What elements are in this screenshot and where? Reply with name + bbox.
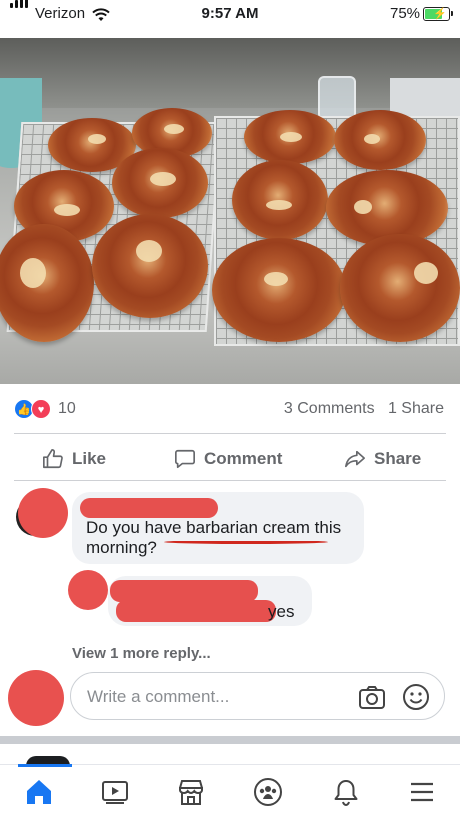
pastry (92, 214, 208, 318)
battery-percent: 75% (390, 5, 421, 22)
comment-label: Comment (204, 449, 283, 468)
post-actions: Like Comment Share (0, 446, 460, 476)
watch-icon (102, 781, 128, 804)
bottom-tab-bar (0, 764, 460, 818)
pastry (340, 234, 460, 342)
menu-icon (411, 782, 433, 802)
pastry (232, 160, 328, 240)
my-avatar-redacted (8, 670, 64, 726)
comment-text: Do you have barbarian cream this morning… (86, 518, 342, 557)
comment-bubble[interactable]: Do you have barbarian cream this morning… (72, 492, 364, 564)
pastry (212, 238, 346, 342)
pastry (112, 148, 208, 218)
feed-separator (0, 736, 460, 744)
share-button[interactable]: Share (344, 448, 421, 470)
home-icon (27, 780, 51, 804)
pastry (334, 110, 426, 170)
reply-text-redacted (116, 600, 276, 622)
battery-charging-icon: ⚡ (423, 7, 453, 21)
glass-jar (318, 76, 356, 120)
shares-count-link[interactable]: 1 Share (388, 400, 444, 417)
post-photo[interactable] (0, 38, 460, 384)
reaction-summary[interactable]: 👍 ♥ 10 3 Comments 1 Share (0, 396, 460, 422)
write-comment-input[interactable]: Write a comment... (70, 672, 445, 720)
tab-watch[interactable] (97, 775, 133, 809)
reaction-count[interactable]: 10 (58, 400, 76, 418)
emoji-icon[interactable] (402, 683, 430, 711)
notifications-icon (334, 780, 358, 807)
replier-avatar-redacted[interactable] (68, 570, 108, 610)
write-comment-placeholder: Write a comment... (87, 687, 230, 706)
comment-bubble-icon (175, 449, 195, 469)
thumbs-up-icon (43, 449, 63, 469)
like-button[interactable]: Like (42, 448, 106, 470)
share-arrow-icon (345, 450, 365, 468)
tab-home[interactable] (21, 775, 57, 809)
love-reaction-icon: ♥ (31, 399, 51, 419)
marketplace-icon (179, 780, 203, 805)
spellcheck-underline (164, 540, 328, 544)
divider (14, 480, 446, 481)
replier-name-redacted[interactable] (110, 580, 258, 602)
tab-groups[interactable] (250, 775, 286, 809)
status-bar: Verizon 9:57 AM 75% ⚡ (0, 0, 460, 30)
reply-text: yes (268, 602, 295, 621)
reply-bubble[interactable]: yes (108, 576, 312, 626)
share-label: Share (374, 449, 422, 468)
camera-icon[interactable] (358, 684, 386, 710)
tab-menu[interactable] (404, 775, 440, 809)
pastry (244, 110, 336, 164)
view-more-replies-link[interactable]: View 1 more reply... (72, 645, 211, 662)
comment-button[interactable]: Comment (174, 448, 282, 470)
like-label: Like (72, 449, 107, 468)
commenter-avatar-redacted[interactable] (18, 488, 68, 538)
commenter-name-redacted[interactable] (80, 498, 218, 518)
divider (14, 433, 446, 434)
groups-icon (254, 778, 282, 806)
comments-count-link[interactable]: 3 Comments (284, 400, 375, 417)
active-tab-indicator (18, 764, 72, 767)
tab-marketplace[interactable] (173, 775, 209, 809)
tab-notifications[interactable] (328, 775, 364, 809)
